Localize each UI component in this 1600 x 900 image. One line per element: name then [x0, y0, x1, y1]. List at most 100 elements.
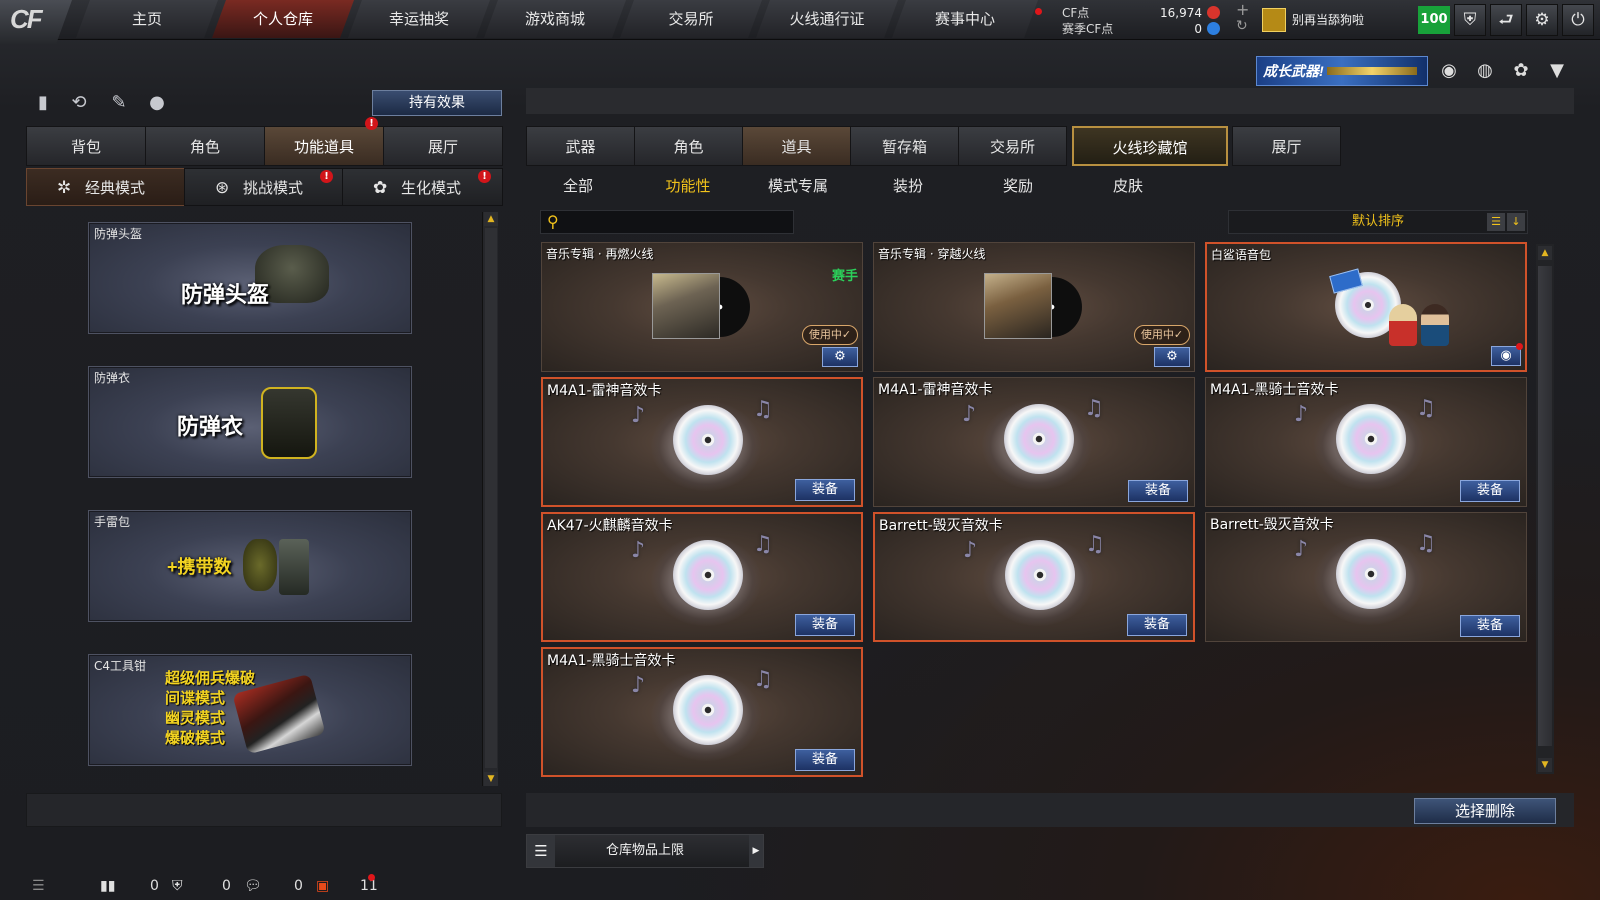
- grenade-icon[interactable]: ●: [144, 90, 170, 116]
- item-card-grenade-pack[interactable]: 手雷包 +携带数: [88, 510, 412, 622]
- item-card-sound-card[interactable]: AK47-火麒麟音效卡 ♪ ♫ 装备: [541, 512, 863, 642]
- nav-tab-warehouse[interactable]: 个人仓库: [212, 0, 354, 38]
- equip-button[interactable]: 装备: [795, 614, 855, 636]
- scroll-down-icon[interactable]: ▼: [484, 772, 498, 786]
- scroll-thumb[interactable]: [1538, 266, 1552, 746]
- tab-backpack[interactable]: 背包: [26, 126, 146, 166]
- cd-image: [1005, 540, 1075, 610]
- tab-showroom[interactable]: 展厅: [383, 126, 503, 166]
- c4-mode-line: 超级佣兵爆破: [165, 670, 256, 687]
- tab-items[interactable]: 道具: [742, 126, 851, 166]
- mode-label: 生化模式: [401, 179, 462, 197]
- clan-shield-icon[interactable]: ⛨: [172, 878, 183, 894]
- tab-trade[interactable]: 交易所: [958, 126, 1067, 166]
- scroll-down-icon[interactable]: ▼: [1538, 758, 1552, 772]
- tab-functional-items[interactable]: 功能道具: [264, 126, 384, 166]
- equip-button[interactable]: 装备: [1460, 480, 1520, 502]
- equip-button[interactable]: 装备: [795, 479, 855, 501]
- nav-tab-events[interactable]: 赛事中心: [892, 0, 1038, 38]
- mode-tab-challenge[interactable]: ⊛ 挑战模式: [184, 168, 343, 206]
- scroll-up-icon[interactable]: ▲: [1538, 246, 1552, 260]
- item-card-album-crossfire[interactable]: 音乐专辑 · 穿越火线 使用中✓ ⚙: [873, 242, 1195, 372]
- nav-tab-pass[interactable]: 火线通行证: [756, 0, 898, 38]
- gift-icon[interactable]: ✿: [1508, 58, 1534, 84]
- subtab-outfit[interactable]: 装扮: [853, 172, 963, 200]
- menu-list-icon[interactable]: ☰: [32, 878, 45, 894]
- warehouse-limit-bar[interactable]: ☰ 仓库物品上限 ▶: [526, 834, 764, 868]
- sort-order-icon[interactable]: ↓: [1507, 213, 1525, 231]
- item-card-sound-card[interactable]: M4A1-雷神音效卡 ♪ ♫ 装备: [541, 377, 863, 507]
- cd-image: [673, 675, 743, 745]
- subtab-reward[interactable]: 奖励: [963, 172, 1073, 200]
- tab-weapons[interactable]: 武器: [526, 126, 635, 166]
- select-delete-button[interactable]: 选择删除: [1414, 798, 1556, 824]
- stats-icon[interactable]: ▮: [30, 90, 56, 116]
- search-box[interactable]: ⚲: [540, 210, 794, 234]
- chat-icon[interactable]: 💬︎: [244, 878, 262, 894]
- tab-character[interactable]: 角色: [145, 126, 265, 166]
- notification-dot: [1035, 8, 1042, 15]
- power-icon[interactable]: ⏻: [1562, 4, 1594, 36]
- scroll-up-icon[interactable]: ▲: [484, 212, 498, 226]
- nav-tab-exchange[interactable]: 交易所: [620, 0, 762, 38]
- subtab-skin[interactable]: 皮肤: [1073, 172, 1183, 200]
- event-icon[interactable]: ◉: [1436, 58, 1462, 84]
- cf-point-value: 16,974: [1160, 6, 1202, 20]
- item-card-helmet[interactable]: 防弹头盔 防弹头盔: [88, 222, 412, 334]
- nav-tab-lottery[interactable]: 幸运抽奖: [348, 0, 490, 38]
- spray-icon[interactable]: ✎: [106, 90, 132, 116]
- sort-dropdown[interactable]: 默认排序 ☰ ↓: [1228, 210, 1528, 234]
- cf-coin-icon: [1207, 6, 1220, 19]
- weapon-graphic: [1327, 67, 1417, 75]
- shield-icon[interactable]: ⛨: [1454, 4, 1486, 36]
- item-card-voice-pack[interactable]: 白鲨语音包 ◉: [1205, 242, 1527, 372]
- subtab-functional[interactable]: 功能性: [633, 172, 743, 200]
- left-scrollbar[interactable]: ▲ ▼: [482, 212, 498, 786]
- item-card-album-reignite[interactable]: 音乐专辑 · 再燃火线 赛手 使用中✓ ⚙: [541, 242, 863, 372]
- equip-button[interactable]: 装备: [795, 749, 855, 771]
- subtab-all[interactable]: 全部: [523, 172, 633, 200]
- v-logo-icon[interactable]: ▼: [1544, 58, 1570, 84]
- equip-button[interactable]: 装备: [1460, 615, 1520, 637]
- scroll-thumb[interactable]: [485, 228, 497, 768]
- player-info[interactable]: 别再当舔狗啦: [1262, 6, 1392, 34]
- cover-art: [984, 273, 1052, 339]
- season-cf-value: 0: [1194, 22, 1202, 36]
- history-icon[interactable]: ⟲: [66, 90, 92, 116]
- refresh-icon[interactable]: ↻: [1236, 18, 1248, 34]
- item-card-sound-card[interactable]: Barrett-毁灭音效卡 ♪ ♫ 装备: [873, 512, 1195, 642]
- item-card-vest[interactable]: 防弹衣 防弹衣: [88, 366, 412, 478]
- item-card-sound-card[interactable]: Barrett-毁灭音效卡 ♪ ♫ 装备: [1205, 512, 1527, 642]
- item-card-sound-card[interactable]: M4A1-雷神音效卡 ♪ ♫ 装备: [873, 377, 1195, 507]
- subtab-mode-exclusive[interactable]: 模式专属: [743, 172, 853, 200]
- settings-gear-icon[interactable]: ⚙: [1154, 347, 1190, 367]
- settings-gear-icon[interactable]: ⚙: [1526, 4, 1558, 36]
- tab-storage-box[interactable]: 暂存箱: [850, 126, 959, 166]
- equip-button[interactable]: 装备: [1128, 480, 1188, 502]
- globe-icon[interactable]: ◍: [1472, 58, 1498, 84]
- equip-button[interactable]: 装备: [1127, 614, 1187, 636]
- item-title: 防弹头盔: [94, 227, 143, 241]
- mode-tab-classic[interactable]: ✲ 经典模式: [26, 168, 185, 206]
- tab-right-showroom[interactable]: 展厅: [1232, 126, 1341, 166]
- tab-characters[interactable]: 角色: [634, 126, 743, 166]
- item-card-c4-pliers[interactable]: C4工具钳 超级佣兵爆破 间谍模式 幽灵模式 爆破模式: [88, 654, 412, 766]
- holding-effect-button[interactable]: 持有效果: [372, 90, 502, 116]
- add-currency-icon[interactable]: +: [1236, 0, 1249, 19]
- season-cf-label: 赛季CF点: [1062, 22, 1114, 36]
- friends-icon[interactable]: ▮▮: [100, 878, 115, 894]
- list-view-icon[interactable]: ☰: [1487, 213, 1505, 231]
- item-card-sound-card[interactable]: M4A1-黑骑士音效卡 ♪ ♫ 装备: [1205, 377, 1527, 507]
- back-icon[interactable]: ⮐: [1490, 4, 1522, 36]
- gift-box-icon[interactable]: ▣: [316, 878, 329, 894]
- cf-point-label: CF点: [1062, 6, 1090, 20]
- nav-tab-home[interactable]: 主页: [76, 0, 218, 38]
- item-name: 音乐专辑 · 再燃火线: [546, 247, 654, 261]
- expand-arrow-icon[interactable]: ▶: [749, 835, 763, 867]
- nav-tab-shop[interactable]: 游戏商城: [484, 0, 626, 38]
- item-name: M4A1-黑骑士音效卡: [1210, 382, 1339, 398]
- settings-gear-icon[interactable]: ⚙: [822, 347, 858, 367]
- tab-collection-hall[interactable]: 火线珍藏馆: [1072, 126, 1228, 166]
- item-card-sound-card[interactable]: M4A1-黑骑士音效卡 ♪ ♫ 装备: [541, 647, 863, 777]
- promo-banner[interactable]: 成长武器!: [1256, 56, 1428, 86]
